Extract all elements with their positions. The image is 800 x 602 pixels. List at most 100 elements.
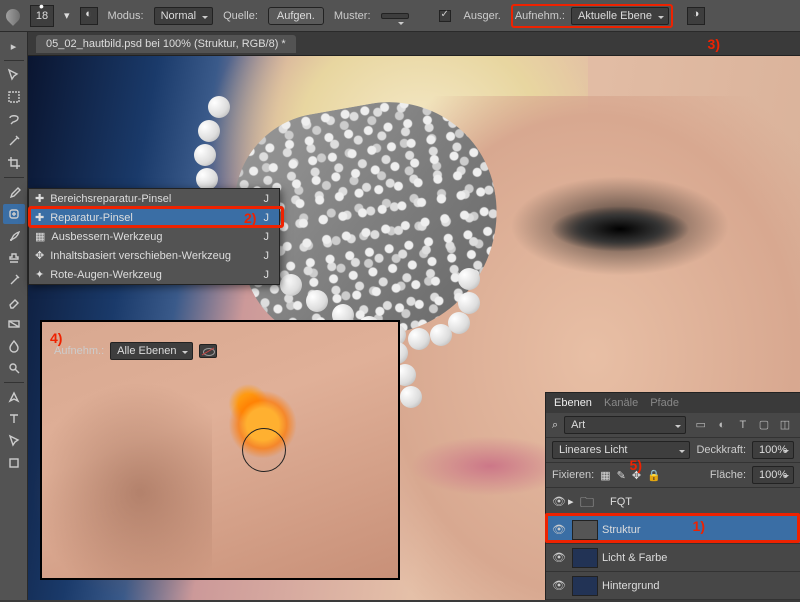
healing-brush-icon xyxy=(3,6,23,26)
search-icon: ⌕ xyxy=(552,419,558,432)
brush-cursor-icon xyxy=(242,428,286,472)
flyout-item-red-eye[interactable]: ✦ Rote-Augen-Werkzeug J xyxy=(29,265,279,284)
folder-icon: 🗀 xyxy=(580,492,606,512)
flyout-item-label: Rote-Augen-Werkzeug xyxy=(50,269,162,281)
chevron-down-icon[interactable]: ▾ xyxy=(64,9,70,22)
history-brush-tool[interactable] xyxy=(3,270,25,290)
flyout-item-spot-healing[interactable]: ✚ Bereichsreparatur-Pinsel J xyxy=(29,189,279,208)
healing-tool-flyout: ✚ Bereichsreparatur-Pinsel J ✚ Reparatur… xyxy=(28,188,280,285)
document-tab[interactable]: 05_02_hautbild.psd bei 100% (Struktur, R… xyxy=(36,35,296,53)
filter-shape-icon[interactable]: ▢ xyxy=(756,418,772,432)
visibility-icon[interactable]: 👁 xyxy=(550,551,568,564)
blur-tool[interactable] xyxy=(3,336,25,356)
brush-size-field[interactable]: 18 xyxy=(30,5,54,27)
pattern-dropdown[interactable] xyxy=(381,13,409,19)
panel-tabs: Ebenen Kanäle Pfade xyxy=(546,393,800,413)
brush-tool[interactable] xyxy=(3,226,25,246)
flyout-item-healing-brush[interactable]: ✚ Reparatur-Pinsel J xyxy=(29,208,279,227)
annotation-3: 3) xyxy=(708,36,720,52)
opacity-label: Deckkraft: xyxy=(696,444,746,456)
inset-sample-dropdown[interactable]: Alle Ebenen xyxy=(110,342,193,360)
move-tool[interactable] xyxy=(3,65,25,85)
layer-name: Hintergrund xyxy=(602,580,659,592)
red-eye-icon: ✦ xyxy=(35,268,44,281)
layer-licht-farbe[interactable]: 👁 Licht & Farbe xyxy=(546,544,800,572)
layer-group-fqt[interactable]: 👁 ▸ 🗀 FQT xyxy=(546,488,800,516)
lock-transparent-icon[interactable]: ▦ xyxy=(600,469,610,482)
tools-toolbar: ▸ xyxy=(0,32,28,600)
filter-type-icon[interactable]: T xyxy=(735,418,751,432)
path-select-tool[interactable] xyxy=(3,431,25,451)
layer-thumb xyxy=(572,576,598,596)
flyout-item-content-aware-move[interactable]: ✥ Inhaltsbasiert verschieben-Werkzeug J xyxy=(29,246,279,265)
ignore-adj-icon[interactable]: ◑ xyxy=(687,7,705,25)
inset-sample-label: Aufnehm.: xyxy=(54,345,104,357)
eyedropper-tool[interactable] xyxy=(3,182,25,202)
layer-filter-icons: ▭ ◐ T ▢ ◫ xyxy=(692,418,794,433)
layer-name: Licht & Farbe xyxy=(602,552,667,564)
flyout-item-label: Reparatur-Pinsel xyxy=(50,212,133,224)
layer-struktur[interactable]: 👁 Struktur xyxy=(546,516,800,544)
filter-pixel-icon[interactable]: ▭ xyxy=(693,418,709,432)
aligned-label: Ausger. xyxy=(464,10,501,22)
dodge-tool[interactable] xyxy=(3,358,25,378)
annotation-5: 5) xyxy=(630,457,642,473)
layer-name: FQT xyxy=(610,496,632,508)
visibility-icon[interactable]: 👁 xyxy=(550,523,568,536)
shape-tool[interactable] xyxy=(3,453,25,473)
filter-smart-icon[interactable]: ◫ xyxy=(777,418,793,432)
flyout-item-label: Ausbessern-Werkzeug xyxy=(51,231,162,243)
type-tool[interactable] xyxy=(3,409,25,429)
layer-thumb xyxy=(572,520,598,540)
visibility-icon[interactable]: 👁 xyxy=(550,579,568,592)
annotation-1: 1) xyxy=(693,518,705,534)
ignore-adjustments-icon[interactable] xyxy=(199,344,217,358)
fill-label: Fläche: xyxy=(710,469,746,481)
gradient-tool[interactable] xyxy=(3,314,25,334)
stamp-tool[interactable] xyxy=(3,248,25,268)
tab-channels[interactable]: Kanäle xyxy=(604,397,638,409)
blend-mode-dropdown[interactable]: Lineares Licht xyxy=(552,441,690,459)
layer-background[interactable]: 👁 Hintergrund xyxy=(546,572,800,600)
annotation-4: 4) xyxy=(50,330,62,346)
tab-layers[interactable]: Ebenen xyxy=(554,397,592,409)
lock-label: Fixieren: xyxy=(552,469,594,481)
sample-highlight: Aufnehm.: Aktuelle Ebene xyxy=(511,4,673,28)
pen-tool[interactable] xyxy=(3,387,25,407)
flyout-shortcut: J xyxy=(260,269,274,281)
patch-icon: ▦ xyxy=(35,230,45,243)
source-sampled-button[interactable]: Aufgen. xyxy=(268,7,324,25)
flyout-shortcut: J xyxy=(260,250,274,262)
source-label: Quelle: xyxy=(223,10,258,22)
chevron-right-icon[interactable]: ▸ xyxy=(3,36,25,56)
crop-tool[interactable] xyxy=(3,153,25,173)
layer-thumb xyxy=(572,548,598,568)
opacity-field[interactable]: 100% xyxy=(752,441,794,459)
flyout-shortcut: J xyxy=(260,193,274,205)
eraser-tool[interactable] xyxy=(3,292,25,312)
lasso-tool[interactable] xyxy=(3,109,25,129)
zoom-inset: Aufnehm.: Alle Ebenen xyxy=(40,320,400,580)
bandaid-icon: ✚ xyxy=(35,192,44,205)
fill-field[interactable]: 100% xyxy=(752,466,794,484)
flyout-shortcut: J xyxy=(260,212,274,224)
layers-panel: Ebenen Kanäle Pfade ⌕ Art ▭ ◐ T ▢ ◫ Line… xyxy=(545,392,800,600)
mode-label: Modus: xyxy=(108,10,144,22)
tab-paths[interactable]: Pfade xyxy=(650,397,679,409)
layer-name: Struktur xyxy=(602,524,641,536)
sample-dropdown[interactable]: Aktuelle Ebene xyxy=(571,7,669,25)
mode-dropdown[interactable]: Normal xyxy=(154,7,213,25)
aligned-checkbox[interactable] xyxy=(439,10,451,22)
marquee-tool[interactable] xyxy=(3,87,25,107)
flyout-item-label: Inhaltsbasiert verschieben-Werkzeug xyxy=(50,250,231,262)
lock-paint-icon[interactable]: ✎ xyxy=(617,469,626,482)
options-bar: 18 ▾ ◐ Modus: Normal Quelle: Aufgen. Mus… xyxy=(0,0,800,32)
wand-tool[interactable] xyxy=(3,131,25,151)
lock-all-icon[interactable]: 🔒 xyxy=(647,469,661,482)
annotation-2: 2) xyxy=(244,210,256,226)
healing-brush-tool[interactable] xyxy=(3,204,25,224)
visibility-icon[interactable]: 👁 xyxy=(550,495,568,508)
flyout-item-patch[interactable]: ▦ Ausbessern-Werkzeug J xyxy=(29,227,279,246)
pressure-icon[interactable]: ◐ xyxy=(80,7,98,25)
layer-filter-dropdown[interactable]: Art xyxy=(564,416,686,434)
